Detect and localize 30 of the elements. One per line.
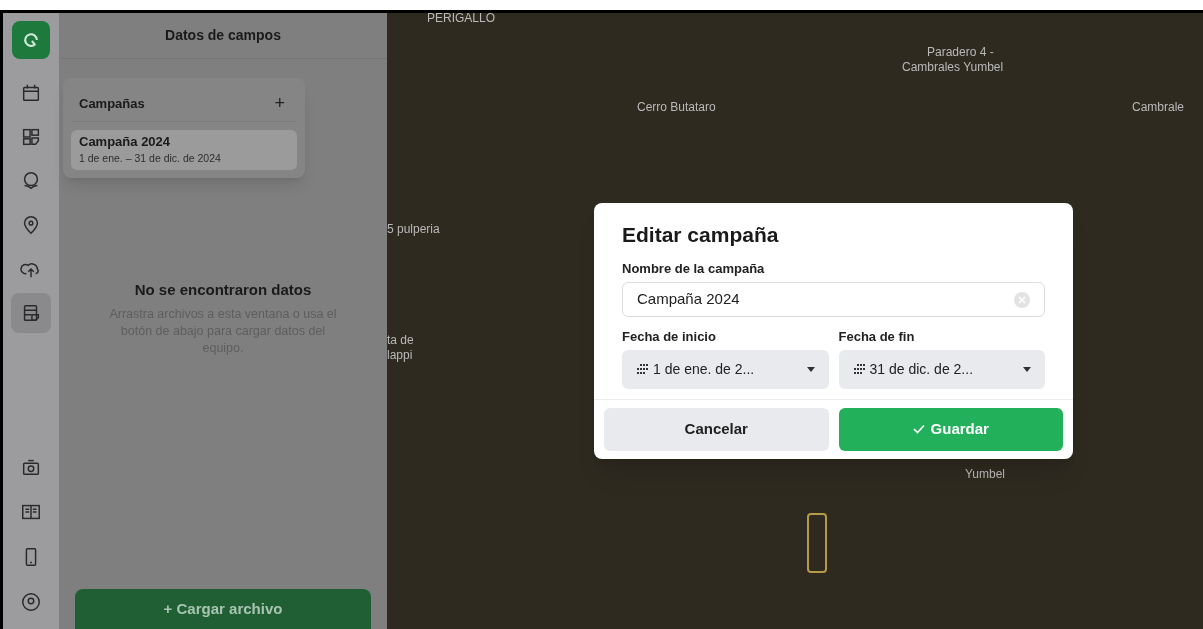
add-button[interactable]: + [270,90,289,117]
name-label: Nombre de la campaña [622,259,766,278]
upload-button[interactable]: + Cargar archivo [75,589,371,629]
dialog-title: Editar campaña [622,222,780,248]
end-date-label: Fecha de fin [838,328,916,346]
caret-icon [1023,366,1031,372]
app-logo[interactable] [12,21,50,59]
calendar-icon [636,364,648,374]
map-label: Cerro Butataro [637,99,716,116]
campaign-item[interactable]: Campaña 2024 1 de ene. – 31 de dic. de 2024 [71,130,297,170]
caret-icon [806,366,815,372]
cancel-button[interactable]: Cancelar [604,407,829,451]
check-icon [912,424,925,434]
start-date-label: Fecha de inicio [622,328,717,346]
start-date-dropdown[interactable]: 1 de ene. de 2... [622,349,829,389]
map-label: Cambrales Yumbel [902,59,1004,76]
map-label: lappi [387,347,413,364]
map-label: Yumbel [965,466,1006,483]
end-date-dropdown[interactable]: 31 de dic. de 2... [838,349,1045,389]
name-field[interactable]: Campaña 2024 [622,282,1045,317]
data-icon[interactable] [11,293,51,333]
map-label: Paradero 4 - [927,44,994,61]
empty-title: No se encontraron datos [134,280,312,300]
map-label: 5 pulperia [387,221,440,238]
calendar-icon [852,364,865,374]
panel-title: Datos de campos [165,26,281,45]
map-label: PERIGALLO [427,13,496,27]
map-label: Cambrale [1132,99,1185,116]
map-label: ta de [387,332,414,349]
popover-title: Campañas [79,94,145,113]
